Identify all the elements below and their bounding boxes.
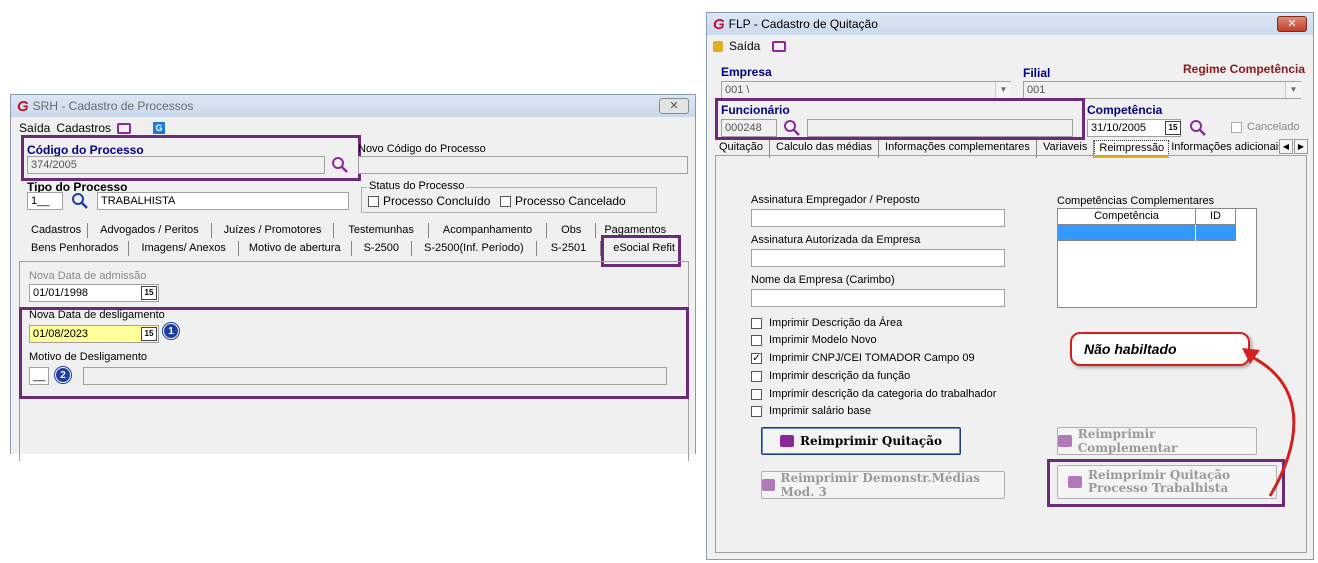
menu-saida[interactable]: Saída xyxy=(729,39,760,53)
tab-scroll-left[interactable]: ◀ xyxy=(1279,139,1293,154)
tabs-row2: Bens Penhorados Imagens/ Anexos Motivo d… xyxy=(25,241,679,256)
tab-motivo[interactable]: Motivo de abertura xyxy=(239,241,352,256)
check-salario-label: Imprimir salário base xyxy=(769,405,872,417)
status-label: Status do Processo xyxy=(367,180,467,192)
highlight-desligamento xyxy=(19,307,689,399)
chevron-down-icon[interactable]: ▼ xyxy=(1285,82,1301,98)
title-bar: G SRH - Cadastro de Processos ✕ xyxy=(11,95,695,117)
tab-imagens[interactable]: Imagens/ Anexos xyxy=(129,241,239,256)
check-funcao[interactable] xyxy=(751,371,762,382)
tab-bens[interactable]: Bens Penhorados xyxy=(25,241,130,256)
grid-header-competencia[interactable]: Competência xyxy=(1058,209,1196,225)
callout-arrow xyxy=(1242,348,1296,497)
chevron-down-icon[interactable]: ▼ xyxy=(995,82,1011,98)
check-salario[interactable] xyxy=(751,406,762,417)
filial-label: Filial xyxy=(1023,66,1051,80)
nome-emp-field[interactable] xyxy=(751,289,1005,307)
cancelado-label: Cancelado xyxy=(1247,121,1300,133)
tab-obs[interactable]: Obs xyxy=(547,223,597,238)
tab-acompanhamento[interactable]: Acompanhamento xyxy=(429,223,548,238)
window-title: SRH - Cadastro de Processos xyxy=(32,99,194,113)
cancelado-checkbox[interactable] xyxy=(1231,122,1242,133)
empresa-label: Empresa xyxy=(721,65,772,79)
check-categoria[interactable] xyxy=(751,389,762,400)
assin-aut-label: Assinatura Autorizada da Empresa xyxy=(751,234,921,246)
lock-icon[interactable] xyxy=(713,40,723,52)
tipo-code-field[interactable]: 1__ xyxy=(27,192,63,210)
monitor-icon[interactable] xyxy=(117,122,132,134)
competencia-search-icon[interactable] xyxy=(1189,119,1207,137)
nome-emp-label: Nome da Empresa (Carimbo) xyxy=(751,274,895,286)
quitacao-window: G FLP - Cadastro de Quitação ✕ Saída Emp… xyxy=(706,12,1314,560)
nova-admissao-field[interactable]: 01/01/1998 xyxy=(29,284,159,302)
app-logo-icon: G xyxy=(713,15,725,33)
tab-s2500[interactable]: S-2500 xyxy=(352,241,413,256)
check-cnpj[interactable]: ✓ xyxy=(751,353,762,364)
tab-s2501[interactable]: S-2501 xyxy=(537,241,602,256)
tab-juizes[interactable]: Juízes / Promotores xyxy=(212,223,335,238)
calendar-icon[interactable]: 15 xyxy=(141,286,157,300)
callout-text: Não habiltado xyxy=(1084,341,1177,357)
assin-emp-field[interactable] xyxy=(751,209,1005,227)
callout-box: Não habiltado xyxy=(1070,332,1250,366)
printer-icon xyxy=(762,479,775,491)
check-funcao-label: Imprimir descrição da função xyxy=(769,370,911,382)
close-button[interactable]: ✕ xyxy=(659,98,689,114)
comp-compl-label: Competências Complementares xyxy=(1057,195,1215,207)
grid-header-id[interactable]: ID xyxy=(1196,209,1236,225)
comp-compl-grid[interactable]: Competência ID xyxy=(1057,208,1257,308)
tab-scroll-right[interactable]: ▶ xyxy=(1294,139,1308,154)
menu-saida[interactable]: Saída xyxy=(19,121,50,135)
title-bar: G FLP - Cadastro de Quitação ✕ xyxy=(707,13,1313,35)
tab-advogados[interactable]: Advogados / Peritos xyxy=(88,223,212,238)
status-concluido-checkbox[interactable] xyxy=(368,196,379,207)
reimprimir-demonstr-button: Reimprimir Demonstr.Médias Mod. 3 xyxy=(761,471,1005,499)
menu-cadastros[interactable]: Cadastros xyxy=(56,121,111,135)
printer-icon xyxy=(779,435,794,447)
calendar-icon[interactable]: 15 xyxy=(1165,121,1181,135)
check-descricao-area[interactable] xyxy=(751,318,762,329)
nova-admissao-label: Nova Data de admissão xyxy=(29,270,147,282)
status-cancelado-label: Processo Cancelado xyxy=(515,194,626,208)
status-cancelado-checkbox[interactable] xyxy=(500,196,511,207)
check-categoria-label: Imprimir descrição da categoria do traba… xyxy=(769,388,997,400)
tabs-row1: Cadastros Advogados / Peritos Juízes / P… xyxy=(25,223,674,238)
printer-icon xyxy=(1058,435,1072,447)
check-descricao-area-label: Imprimir Descrição da Área xyxy=(769,317,903,329)
reimprimir-complementar-button: Reimprimir Complementar xyxy=(1057,427,1257,455)
window-title: FLP - Cadastro de Quitação xyxy=(728,17,878,31)
status-concluido-label: Processo Concluído xyxy=(383,194,491,208)
close-button[interactable]: ✕ xyxy=(1277,16,1307,32)
tipo-desc-field: TRABALHISTA xyxy=(97,192,349,210)
novo-codigo-field[interactable] xyxy=(358,156,688,174)
grid-selected-row[interactable] xyxy=(1058,225,1236,241)
highlight-codigo xyxy=(21,135,361,181)
app-logo-icon: G xyxy=(17,97,29,115)
highlight-funcionario xyxy=(715,98,1085,140)
competencia-label: Competência xyxy=(1087,103,1163,117)
regime-label: Regime Competência xyxy=(1183,62,1306,76)
assin-emp-label: Assinatura Empregador / Preposto xyxy=(751,194,920,206)
empresa-select[interactable]: 001 \ xyxy=(721,81,1011,99)
tab-cadastros[interactable]: Cadastros xyxy=(25,223,89,238)
tipo-search-icon[interactable] xyxy=(71,192,89,210)
processos-window: G SRH - Cadastro de Processos ✕ Saída Ca… xyxy=(10,94,696,461)
g-logo-icon[interactable]: G xyxy=(153,122,166,134)
check-modelo-novo[interactable] xyxy=(751,335,762,346)
reimprimir-quitacao-label: Reimprimir Quitação xyxy=(799,434,943,448)
check-modelo-novo-label: Imprimir Modelo Novo xyxy=(769,334,877,346)
assin-aut-field[interactable] xyxy=(751,249,1005,267)
filial-select[interactable]: 001 xyxy=(1023,81,1301,99)
novo-codigo-label: Novo Código do Processo xyxy=(358,143,486,155)
reimprimir-quitacao-button[interactable]: Reimprimir Quitação xyxy=(761,427,961,455)
tab-testemunhas[interactable]: Testemunhas xyxy=(334,223,429,238)
reimprimir-demonstr-label: Reimprimir Demonstr.Médias Mod. 3 xyxy=(780,471,980,499)
tab-s2500-inf[interactable]: S-2500(Inf. Período) xyxy=(412,241,537,256)
check-cnpj-label: Imprimir CNPJ/CEI TOMADOR Campo 09 xyxy=(769,352,975,364)
monitor-icon[interactable] xyxy=(772,40,787,52)
